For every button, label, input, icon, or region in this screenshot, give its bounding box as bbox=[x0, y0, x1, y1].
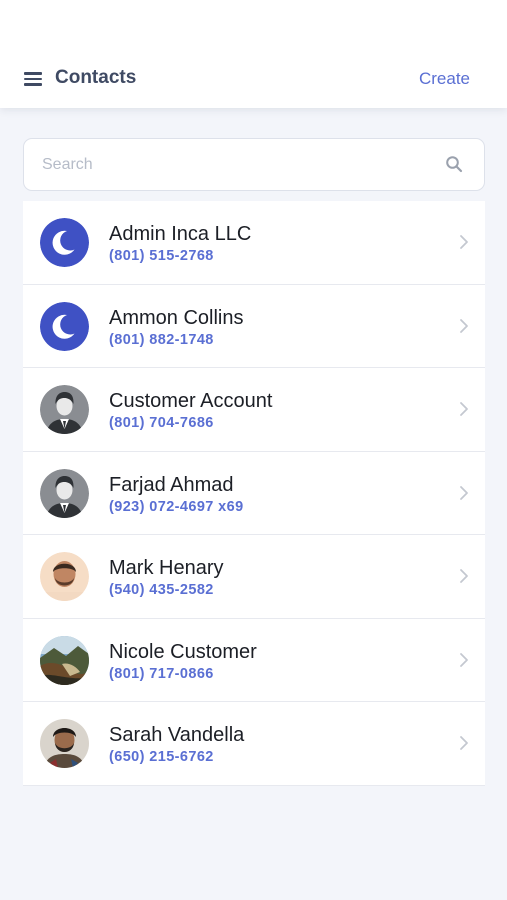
search-input[interactable] bbox=[42, 139, 442, 190]
chevron-right-icon bbox=[460, 235, 468, 249]
landscape-photo-avatar bbox=[40, 635, 89, 685]
contact-row[interactable]: Sarah Vandella (650) 215-6762 bbox=[23, 702, 485, 786]
contact-row[interactable]: Farjad Ahmad (923) 072-4697 x69 bbox=[23, 452, 485, 535]
default-person-avatar-icon bbox=[40, 385, 89, 434]
create-button[interactable]: Create bbox=[419, 69, 470, 89]
search-bar bbox=[23, 138, 485, 191]
app-header: Contacts Create bbox=[0, 0, 507, 108]
hamburger-menu-icon[interactable] bbox=[24, 72, 42, 86]
contact-row[interactable]: Customer Account (801) 704-7686 bbox=[23, 368, 485, 452]
contact-phone[interactable]: (650) 215-6762 bbox=[109, 749, 214, 765]
chevron-right-icon bbox=[460, 485, 468, 500]
photo-avatar bbox=[40, 552, 89, 601]
contact-name: Farjad Ahmad bbox=[109, 473, 234, 496]
contact-phone[interactable]: (540) 435-2582 bbox=[109, 582, 214, 598]
contact-name: Sarah Vandella bbox=[109, 724, 245, 746]
page-title: Contacts bbox=[55, 67, 137, 88]
contact-phone[interactable]: (801) 704-7686 bbox=[109, 415, 214, 431]
photo-avatar bbox=[40, 719, 89, 768]
contact-name: Admin Inca LLC bbox=[109, 223, 252, 245]
contact-name: Mark Henary bbox=[109, 557, 224, 579]
chevron-right-icon bbox=[460, 318, 468, 333]
chevron-right-icon bbox=[460, 736, 468, 750]
contact-name: Customer Account bbox=[109, 390, 273, 412]
chevron-right-icon bbox=[460, 569, 468, 583]
moon-avatar-icon bbox=[40, 218, 89, 267]
contact-phone[interactable]: (801) 515-2768 bbox=[109, 248, 214, 264]
chevron-right-icon bbox=[460, 652, 468, 667]
contact-name: Nicole Customer bbox=[109, 640, 257, 663]
search-icon[interactable] bbox=[445, 155, 463, 173]
contact-row[interactable]: Ammon Collins (801) 882-1748 bbox=[23, 285, 485, 368]
chevron-right-icon bbox=[460, 402, 468, 416]
contact-phone[interactable]: (923) 072-4697 x69 bbox=[109, 499, 244, 515]
contact-row[interactable]: Admin Inca LLC (801) 515-2768 bbox=[23, 201, 485, 285]
contact-phone[interactable]: (801) 717-0866 bbox=[109, 666, 214, 682]
contact-row[interactable]: Nicole Customer (801) 717-0866 bbox=[23, 619, 485, 702]
default-person-avatar-icon bbox=[40, 468, 89, 518]
contact-row[interactable]: Mark Henary (540) 435-2582 bbox=[23, 535, 485, 619]
contact-phone[interactable]: (801) 882-1748 bbox=[109, 332, 214, 348]
contact-name: Ammon Collins bbox=[109, 306, 244, 329]
contacts-list: Admin Inca LLC (801) 515-2768 Ammon Coll… bbox=[23, 201, 485, 786]
moon-avatar-icon bbox=[40, 301, 89, 351]
